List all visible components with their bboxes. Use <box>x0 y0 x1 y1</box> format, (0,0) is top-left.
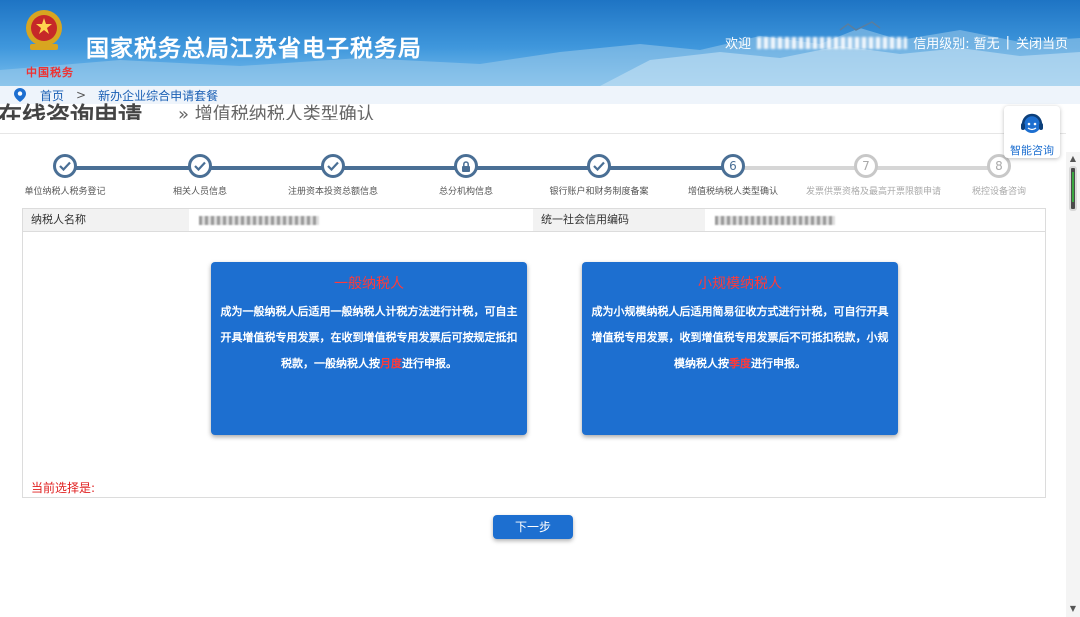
taxpayer-type-panel: 一般纳税人 成为一般纳税人后适用一般纳税人计税方法进行计税，可自主开具增值税专用… <box>22 232 1046 498</box>
step-number: 6 <box>721 154 745 178</box>
page-subtitle: » 增值税纳税人类型确认 <box>178 104 375 120</box>
close-page-link[interactable]: 关闭当页 <box>1016 33 1068 52</box>
check-icon <box>53 154 77 178</box>
step-label: 注册资本投资总额信息 <box>287 187 378 197</box>
headset-icon <box>1021 113 1043 133</box>
step-4: 总分机构信息 <box>406 154 526 197</box>
heading-divider <box>0 133 1066 134</box>
step-7: 7 发票供票资格及最高开票限额申请 <box>806 154 942 197</box>
site-title: 国家税务总局江苏省电子税务局 <box>86 36 422 62</box>
general-taxpayer-card[interactable]: 一般纳税人 成为一般纳税人后适用一般纳税人计税方法进行计税，可自主开具增值税专用… <box>211 262 527 435</box>
step-8: 8 税控设备咨询 <box>939 154 1059 197</box>
next-step-button[interactable]: 下一步 <box>493 515 573 539</box>
credit-level-value: 暂无 <box>973 37 1000 52</box>
redacted-username <box>757 36 908 49</box>
scroll-up-arrow-icon[interactable]: ▲ <box>1066 152 1080 166</box>
taxpayer-name-value <box>189 209 533 231</box>
current-selection-label: 当前选择是: <box>31 481 96 495</box>
check-icon <box>188 154 212 178</box>
small-scale-taxpayer-card[interactable]: 小规模纳税人 成为小规模纳税人后适用简易征收方式进行计税，可自行开具增值税专用发… <box>582 262 898 435</box>
credit-code-value <box>705 209 1045 231</box>
smart-consult-widget[interactable]: 智能咨询 <box>1004 106 1060 158</box>
user-bar: 欢迎 信用级别: 暂无 | 关闭当页 <box>725 33 1068 52</box>
lock-icon <box>454 154 478 178</box>
card-description: 成为小规模纳税人后适用简易征收方式进行计税，可自行开具增值税专用发票，收到增值税… <box>591 305 889 370</box>
card-title: 小规模纳税人 <box>698 276 782 292</box>
page-title: 在线咨询申请 <box>0 102 142 120</box>
card-title: 一般纳税人 <box>334 276 404 292</box>
step-label: 总分机构信息 <box>438 187 493 197</box>
card-description: 成为一般纳税人后适用一般纳税人计税方法进行计税，可自主开具增值税专用发票，在收到… <box>220 305 518 370</box>
step-label: 增值税纳税人类型确认 <box>687 187 778 197</box>
consult-label: 智能咨询 <box>1010 144 1054 157</box>
credit-level-label: 信用级别: <box>913 37 970 52</box>
page-scrollbar[interactable] <box>1066 152 1080 617</box>
step-2: 相关人员信息 <box>140 154 260 197</box>
step-5: 银行账户和财务制度备案 <box>539 154 659 197</box>
check-icon <box>587 154 611 178</box>
step-label: 发票供票资格及最高开票限额申请 <box>806 187 942 197</box>
taxpayer-name-label: 纳税人名称 <box>31 213 86 226</box>
step-1: 单位纳税人税务登记 <box>5 154 125 197</box>
welcome-text: 欢迎 <box>725 37 752 52</box>
taxpayer-info-row: 纳税人名称 统一社会信用编码 <box>22 208 1046 232</box>
separator: | <box>1005 35 1010 50</box>
step-number: 7 <box>854 154 878 178</box>
emblem-script-text: 中国税务 <box>26 66 74 79</box>
check-icon <box>321 154 345 178</box>
tax-emblem-icon <box>26 10 62 50</box>
step-label: 银行账户和财务制度备案 <box>549 187 649 197</box>
step-label: 相关人员信息 <box>172 187 227 197</box>
step-label: 单位纳税人税务登记 <box>24 187 106 197</box>
progress-steps: 单位纳税人税务登记 相关人员信息 注册资本投资总额信息 总分机构信息 银行账户和… <box>0 150 1066 200</box>
site-header: 中国税务 国家税务总局江苏省电子税务局 欢迎 信用级别: 暂无 | 关闭当页 <box>0 0 1080 86</box>
credit-code-label: 统一社会信用编码 <box>541 213 629 226</box>
step-6-current: 6 增值税纳税人类型确认 <box>673 154 793 197</box>
scrollbar-thumb[interactable] <box>1069 166 1077 211</box>
page-heading: 在线咨询申请 » 增值税纳税人类型确认 <box>0 94 600 120</box>
step-label: 税控设备咨询 <box>971 187 1026 197</box>
step-3: 注册资本投资总额信息 <box>273 154 393 197</box>
scroll-down-arrow-icon[interactable]: ▼ <box>1066 602 1080 616</box>
